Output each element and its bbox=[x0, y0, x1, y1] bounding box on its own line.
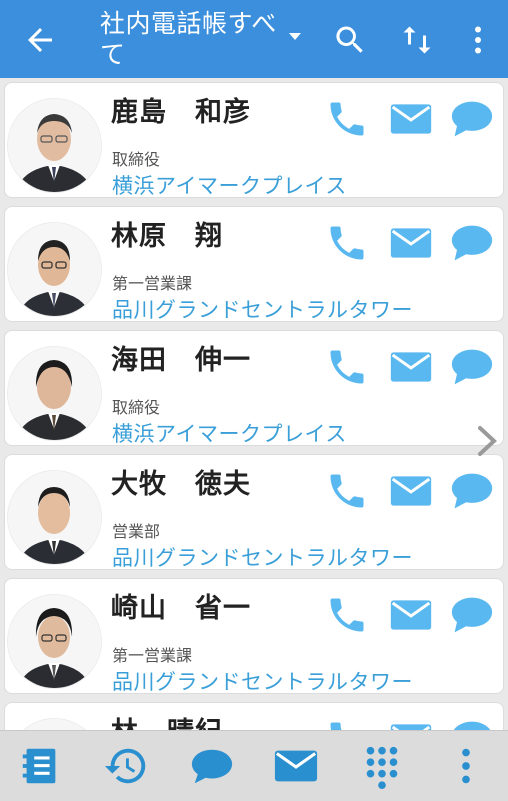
contact-department: 営業部 bbox=[112, 522, 161, 541]
page-title[interactable]: 社内電話帳すべて bbox=[100, 8, 290, 70]
contact-card[interactable]: 林 晴紀 bbox=[4, 702, 504, 730]
contact-name: 林 晴紀 bbox=[111, 715, 223, 730]
chevron-right-icon[interactable] bbox=[474, 424, 500, 458]
history-icon[interactable] bbox=[102, 743, 150, 789]
phone-icon[interactable] bbox=[323, 717, 371, 730]
contact-name: 鹿島 和彦 bbox=[111, 97, 251, 128]
phone-icon[interactable] bbox=[323, 345, 371, 389]
contact-list: 鹿島 和彦 取締役 横浜アイマークプレイス 林原 翔 第一営業課 品川グランドセ… bbox=[0, 78, 508, 730]
mail-icon[interactable] bbox=[387, 593, 435, 637]
mail-icon[interactable] bbox=[387, 469, 435, 513]
chat-icon[interactable] bbox=[188, 743, 236, 789]
avatar bbox=[8, 471, 101, 564]
sort-icon[interactable] bbox=[399, 22, 435, 58]
dropdown-caret-icon[interactable] bbox=[289, 33, 301, 40]
contact-office: 品川グランドセントラルタワー bbox=[112, 670, 413, 694]
contact-name: 崎山 省一 bbox=[111, 593, 251, 624]
phone-icon[interactable] bbox=[323, 469, 371, 513]
contact-card[interactable]: 崎山 省一 第一営業課 品川グランドセントラルタワー bbox=[4, 578, 504, 694]
contact-department: 取締役 bbox=[112, 398, 161, 417]
contact-card[interactable]: 大牧 徳夫 営業部 品川グランドセントラルタワー bbox=[4, 454, 504, 570]
contact-name: 林原 翔 bbox=[111, 221, 223, 252]
chat-icon[interactable] bbox=[448, 97, 496, 141]
phonebook-icon[interactable] bbox=[16, 743, 64, 789]
chat-icon[interactable] bbox=[448, 593, 496, 637]
mail-icon[interactable] bbox=[272, 743, 320, 789]
mail-icon[interactable] bbox=[387, 345, 435, 389]
bottom-navigation bbox=[0, 730, 508, 801]
contact-name: 大牧 徳夫 bbox=[111, 469, 251, 500]
contact-name: 海田 伸一 bbox=[111, 345, 251, 376]
phone-icon[interactable] bbox=[323, 221, 371, 265]
contact-card[interactable]: 鹿島 和彦 取締役 横浜アイマークプレイス bbox=[4, 82, 504, 198]
chat-icon[interactable] bbox=[448, 717, 496, 730]
phone-icon[interactable] bbox=[323, 593, 371, 637]
avatar bbox=[8, 719, 101, 730]
search-icon[interactable] bbox=[332, 22, 368, 58]
contact-department: 第一営業課 bbox=[112, 646, 193, 665]
chat-icon[interactable] bbox=[448, 221, 496, 265]
app-bar: 社内電話帳すべて bbox=[0, 0, 508, 78]
dialpad-icon[interactable] bbox=[358, 743, 406, 789]
contact-card[interactable]: 海田 伸一 取締役 横浜アイマークプレイス bbox=[4, 330, 504, 446]
phone-icon[interactable] bbox=[323, 97, 371, 141]
contact-office: 品川グランドセントラルタワー bbox=[112, 298, 413, 322]
back-arrow-icon[interactable] bbox=[22, 22, 58, 58]
mail-icon[interactable] bbox=[387, 717, 435, 730]
more-vert-icon[interactable] bbox=[442, 743, 490, 789]
contact-card[interactable]: 林原 翔 第一営業課 品川グランドセントラルタワー bbox=[4, 206, 504, 322]
contact-department: 取締役 bbox=[112, 150, 161, 169]
chat-icon[interactable] bbox=[448, 469, 496, 513]
more-vert-icon[interactable] bbox=[460, 22, 496, 58]
avatar bbox=[8, 347, 101, 440]
contact-office: 横浜アイマークプレイス bbox=[112, 174, 347, 198]
contact-office: 品川グランドセントラルタワー bbox=[112, 546, 413, 570]
contact-department: 第一営業課 bbox=[112, 274, 193, 293]
avatar bbox=[8, 223, 101, 316]
chat-icon[interactable] bbox=[448, 345, 496, 389]
avatar bbox=[8, 99, 101, 192]
mail-icon[interactable] bbox=[387, 97, 435, 141]
mail-icon[interactable] bbox=[387, 221, 435, 265]
avatar bbox=[8, 595, 101, 688]
contact-office: 横浜アイマークプレイス bbox=[112, 422, 347, 446]
